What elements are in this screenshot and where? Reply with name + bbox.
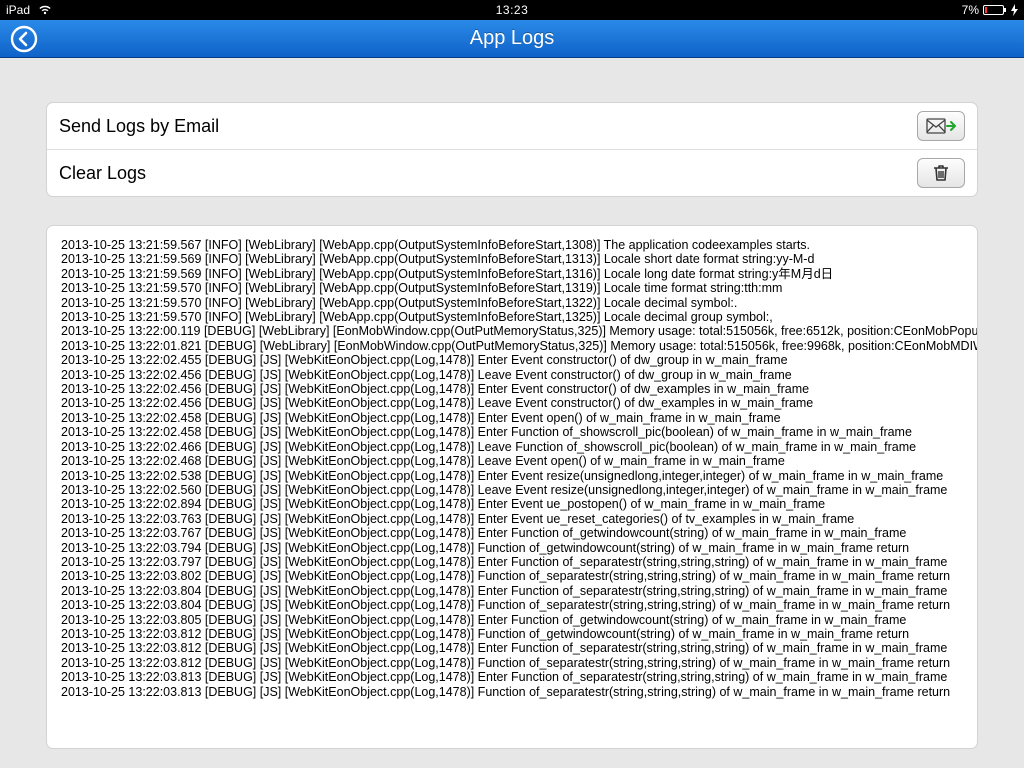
page-title: App Logs [470,27,555,50]
charging-icon [1011,4,1018,16]
send-logs-label: Send Logs by Email [59,116,219,137]
log-line: 2013-10-25 13:21:59.570 [INFO] [WebLibra… [61,281,963,295]
log-line: 2013-10-25 13:22:02.456 [DEBUG] [JS] [We… [61,396,963,410]
log-line: 2013-10-25 13:22:03.805 [DEBUG] [JS] [We… [61,613,963,627]
back-button[interactable] [10,25,38,53]
log-line: 2013-10-25 13:22:02.560 [DEBUG] [JS] [We… [61,483,963,497]
log-line: 2013-10-25 13:22:03.767 [DEBUG] [JS] [We… [61,526,963,540]
clear-logs-row[interactable]: Clear Logs [47,149,977,196]
log-line: 2013-10-25 13:22:02.466 [DEBUG] [JS] [We… [61,440,963,454]
nav-bar: App Logs [0,20,1024,58]
log-line: 2013-10-25 13:22:03.813 [DEBUG] [JS] [We… [61,670,963,684]
clear-logs-label: Clear Logs [59,163,146,184]
wifi-icon [38,5,52,15]
clear-logs-button[interactable] [917,158,965,188]
send-email-button[interactable] [917,111,965,141]
log-line: 2013-10-25 13:22:00.119 [DEBUG] [WebLibr… [61,324,963,338]
status-time: 13:23 [496,3,529,17]
log-line: 2013-10-25 13:22:03.763 [DEBUG] [JS] [We… [61,512,963,526]
log-line: 2013-10-25 13:22:02.468 [DEBUG] [JS] [We… [61,454,963,468]
log-line: 2013-10-25 13:22:03.813 [DEBUG] [JS] [We… [61,685,963,699]
log-line: 2013-10-25 13:22:01.821 [DEBUG] [WebLibr… [61,339,963,353]
log-line: 2013-10-25 13:22:02.894 [DEBUG] [JS] [We… [61,497,963,511]
log-line: 2013-10-25 13:21:59.567 [INFO] [WebLibra… [61,238,963,252]
log-line: 2013-10-25 13:22:03.797 [DEBUG] [JS] [We… [61,555,963,569]
send-logs-row[interactable]: Send Logs by Email [47,103,977,149]
log-line: 2013-10-25 13:22:03.804 [DEBUG] [JS] [We… [61,584,963,598]
status-bar: iPad 13:23 7% [0,0,1024,20]
log-line: 2013-10-25 13:22:03.794 [DEBUG] [JS] [We… [61,541,963,555]
log-line: 2013-10-25 13:22:02.456 [DEBUG] [JS] [We… [61,382,963,396]
log-line: 2013-10-25 13:21:59.569 [INFO] [WebLibra… [61,267,963,281]
log-line: 2013-10-25 13:22:02.458 [DEBUG] [JS] [We… [61,411,963,425]
log-line: 2013-10-25 13:22:03.812 [DEBUG] [JS] [We… [61,641,963,655]
log-line: 2013-10-25 13:22:02.538 [DEBUG] [JS] [We… [61,469,963,483]
log-line: 2013-10-25 13:21:59.570 [INFO] [WebLibra… [61,310,963,324]
log-line: 2013-10-25 13:22:03.802 [DEBUG] [JS] [We… [61,569,963,583]
log-line: 2013-10-25 13:21:59.569 [INFO] [WebLibra… [61,252,963,266]
battery-percent: 7% [962,3,979,17]
device-label: iPad [6,3,30,17]
log-line: 2013-10-25 13:22:02.458 [DEBUG] [JS] [We… [61,425,963,439]
log-line: 2013-10-25 13:22:03.812 [DEBUG] [JS] [We… [61,627,963,641]
log-line: 2013-10-25 13:22:03.804 [DEBUG] [JS] [We… [61,598,963,612]
log-line: 2013-10-25 13:22:02.455 [DEBUG] [JS] [We… [61,353,963,367]
action-list: Send Logs by Email Clear Logs [46,102,978,197]
log-line: 2013-10-25 13:21:59.570 [INFO] [WebLibra… [61,296,963,310]
log-line: 2013-10-25 13:22:02.456 [DEBUG] [JS] [We… [61,368,963,382]
battery-icon [983,5,1007,15]
log-line: 2013-10-25 13:22:03.812 [DEBUG] [JS] [We… [61,656,963,670]
log-output[interactable]: 2013-10-25 13:21:59.567 [INFO] [WebLibra… [46,225,978,749]
